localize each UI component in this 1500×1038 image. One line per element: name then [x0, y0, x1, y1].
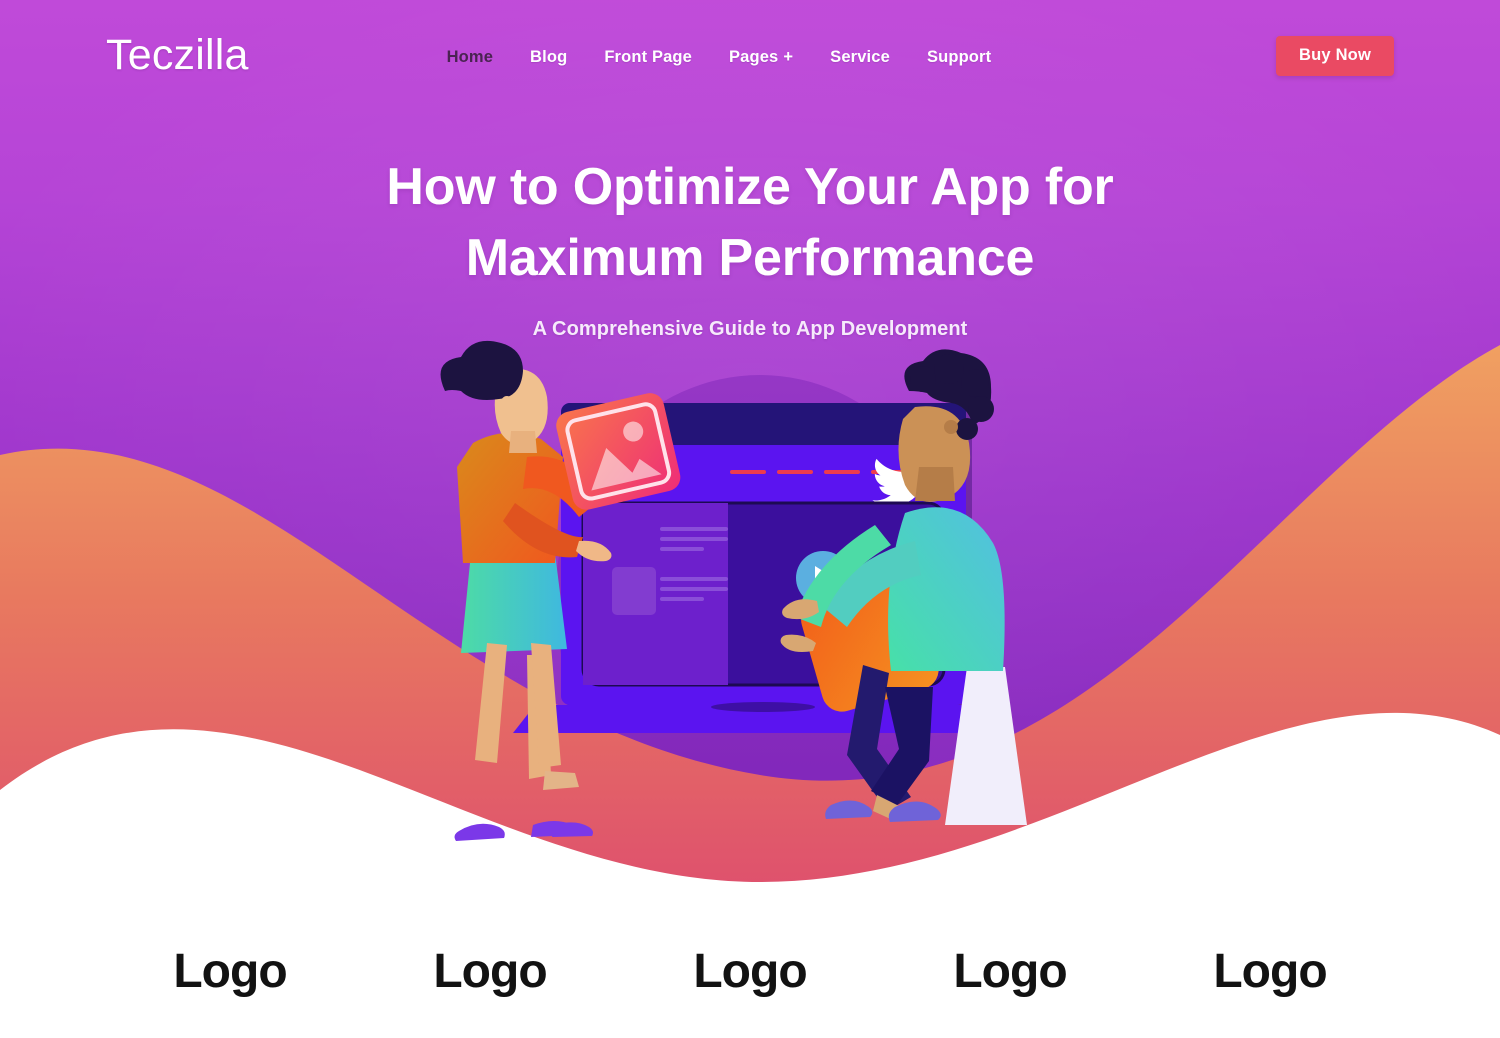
- shoe-icon: [454, 823, 505, 841]
- content-line: [660, 587, 728, 591]
- landing-page: Teczilla Home Blog Front Page Pages + Ser…: [0, 0, 1500, 1038]
- nav-item-support[interactable]: Support: [927, 48, 991, 67]
- toolbar-dash-icon: [730, 470, 766, 474]
- plus-icon: +: [783, 47, 794, 66]
- main-navigation: Home Blog Front Page Pages + Service Supp…: [447, 48, 992, 67]
- neck: [509, 431, 537, 453]
- neck: [915, 467, 955, 501]
- partner-logo-2[interactable]: Logo: [360, 944, 620, 999]
- nav-item-front-page[interactable]: Front Page: [604, 48, 692, 67]
- content-line: [660, 547, 704, 551]
- content-line: [660, 537, 728, 541]
- content-line: [660, 527, 728, 531]
- content-line: [660, 577, 728, 581]
- nav-item-home[interactable]: Home: [447, 48, 493, 67]
- shirt: [888, 507, 1005, 671]
- content-line: [660, 597, 704, 601]
- hero-illustration: [415, 340, 1075, 885]
- partner-logo-3[interactable]: Logo: [620, 944, 880, 999]
- skirt: [461, 553, 567, 653]
- toolbar-dash-icon: [777, 470, 813, 474]
- toolbar-dash-icon: [824, 470, 860, 474]
- content-thumbnail: [612, 567, 656, 615]
- nav-item-service[interactable]: Service: [830, 48, 890, 67]
- shoe-icon: [825, 800, 873, 819]
- partner-logo-5[interactable]: Logo: [1140, 944, 1400, 999]
- leg: [475, 643, 507, 763]
- nav-item-pages[interactable]: Pages +: [729, 48, 793, 67]
- partner-logo-4[interactable]: Logo: [880, 944, 1140, 999]
- partner-logo-1[interactable]: Logo: [100, 944, 360, 999]
- partner-logo-strip: Logo Logo Logo Logo Logo: [0, 905, 1500, 1038]
- navbar: Teczilla Home Blog Front Page Pages + Ser…: [0, 0, 1500, 110]
- brand-logo[interactable]: Teczilla: [106, 33, 249, 77]
- nav-item-blog[interactable]: Blog: [530, 48, 567, 67]
- nav-item-pages-label: Pages: [729, 47, 779, 66]
- buy-now-button[interactable]: Buy Now: [1276, 36, 1394, 76]
